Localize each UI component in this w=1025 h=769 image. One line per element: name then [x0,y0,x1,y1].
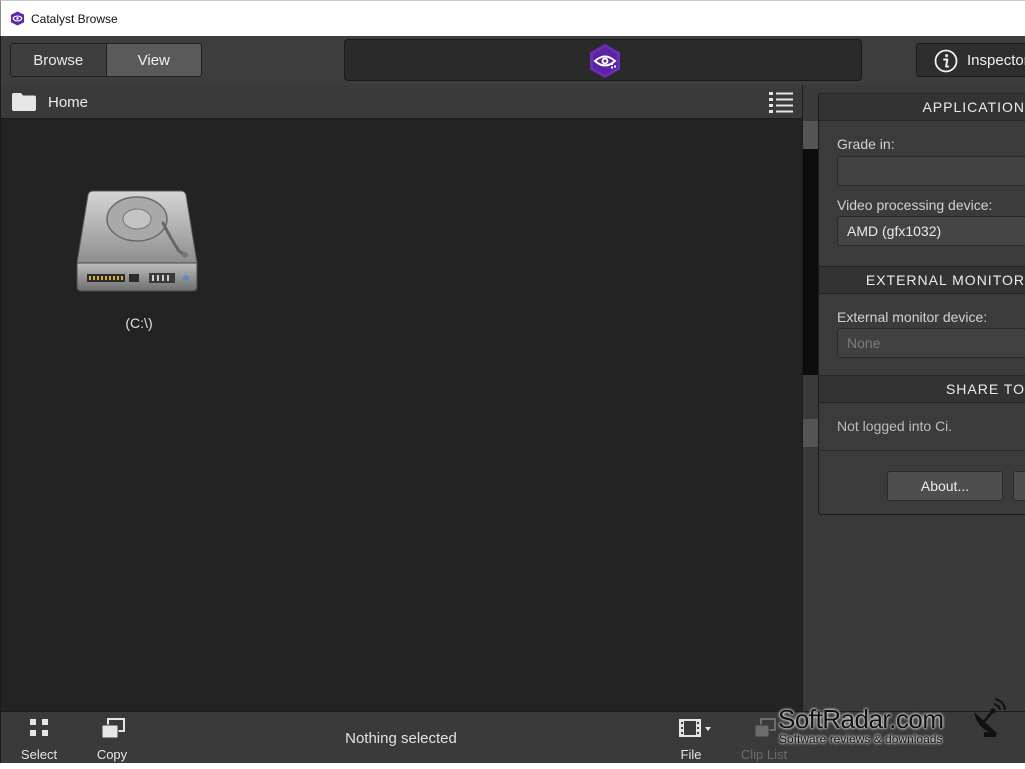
browse-tab[interactable]: Browse [11,44,107,76]
section-application-header[interactable]: APPLICATION [819,93,1025,121]
external-monitor-select[interactable]: None [837,328,1025,358]
inspector-button-label: Inspector [967,52,1025,69]
window-title: Catalyst Browse [31,12,118,26]
splitter-bottom-handle[interactable] [803,419,819,447]
about-button[interactable]: About... [887,471,1003,501]
list-view-icon[interactable] [769,91,793,113]
inspector-toggle-button[interactable]: Inspector [916,43,1025,77]
second-dialog-button[interactable] [1013,471,1025,501]
main-area: Browse View Inspector Home (C:\) APPLICA… [0,36,1025,763]
clip-viewer-bar [344,39,862,81]
video-processing-select[interactable]: AMD (gfx1032) [837,216,1025,246]
softradar-watermark: SoftRadar.com Software reviews & downloa… [778,698,1025,752]
copy-button[interactable]: Copy [82,716,142,762]
media-browser: Home (C:\) [1,85,802,711]
splitter-top-handle[interactable] [803,121,819,149]
film-strip-icon [679,719,711,737]
panel-splitter[interactable] [802,85,819,711]
section-external-monitor-header[interactable]: EXTERNAL MONITOR [819,266,1025,294]
app-window: Catalyst Browse Browse View Inspector Ho… [0,0,1025,769]
view-tab[interactable]: View [106,44,201,76]
breadcrumb-home[interactable]: Home [48,94,88,111]
catalyst-eye-logo-icon [590,44,620,78]
top-toolbar: Browse View Inspector [1,36,1025,85]
grade-in-label: Grade in: [837,136,895,152]
select-label: Select [20,747,58,762]
select-grid-icon [30,719,48,736]
selection-status: Nothing selected [345,730,457,747]
grade-in-select[interactable] [837,156,1025,186]
share-status-text: Not logged into Ci. [837,418,953,434]
external-monitor-label: External monitor device: [837,309,988,325]
copy-label: Copy [96,747,128,762]
watermark-subtitle: Software reviews & downloads [779,732,943,746]
select-button[interactable]: Select [9,716,69,762]
hard-drive-icon [76,190,198,292]
satellite-dish-icon [974,698,1006,737]
file-menu-button[interactable]: File [661,716,721,762]
video-processing-label: Video processing device: [837,197,993,213]
drive-label: (C:\) [125,315,153,331]
preview-region [803,149,819,375]
drive-item-c[interactable]: (C:\) [71,185,207,335]
file-label: File [680,747,702,762]
section-share-to-header[interactable]: SHARE TO [819,375,1025,403]
breadcrumb-bar: Home [1,85,802,119]
catalyst-app-icon [10,11,25,26]
inspector-panel: APPLICATION Grade in: Video processing d… [818,93,1025,515]
mode-switch: Browse View [10,43,202,77]
watermark-title: SoftRadar.com [778,704,944,734]
title-bar: Catalyst Browse [0,0,1025,36]
info-icon [934,49,958,73]
window-bottom-edge [0,763,1025,769]
divider [819,450,1025,451]
copy-icon [101,718,125,739]
folder-icon [12,93,36,111]
clip-list-icon [754,718,776,738]
